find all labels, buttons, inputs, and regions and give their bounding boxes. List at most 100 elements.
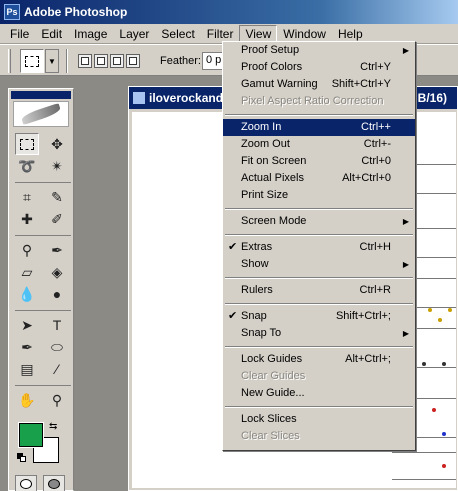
dodge-tool-icon[interactable]: ● bbox=[45, 283, 69, 305]
menu-file[interactable]: File bbox=[4, 25, 35, 43]
menu-item-new-guide[interactable]: New Guide... bbox=[223, 385, 415, 402]
submenu-arrow-icon: ▶ bbox=[402, 46, 409, 55]
menu-item-fit-on-screen[interactable]: Fit on Screen Ctrl+0 bbox=[223, 153, 415, 170]
menu-item-actual-pixels[interactable]: Actual Pixels Alt+Ctrl+0 bbox=[223, 170, 415, 187]
marquee-tool-icon[interactable] bbox=[15, 133, 39, 155]
menu-separator bbox=[223, 230, 415, 239]
quick-mask-mode-button[interactable] bbox=[43, 475, 65, 491]
paint-bucket-tool-icon[interactable]: ◈ bbox=[45, 261, 69, 283]
toolbox-title-bar[interactable] bbox=[11, 91, 71, 99]
menu-edit[interactable]: Edit bbox=[35, 25, 68, 43]
tool-group-divider bbox=[15, 230, 71, 236]
magic-wand-tool-icon[interactable]: ✴ bbox=[45, 155, 69, 177]
menu-layer[interactable]: Layer bbox=[113, 25, 155, 43]
photoshop-app-icon: Ps bbox=[4, 4, 20, 20]
menu-separator bbox=[223, 299, 415, 308]
note-dot bbox=[442, 464, 446, 468]
clone-stamp-tool-icon[interactable]: ⚲ bbox=[15, 239, 39, 261]
menu-item-snap-to[interactable]: Snap To ▶ bbox=[223, 325, 415, 342]
add-to-selection-button[interactable] bbox=[94, 54, 108, 68]
swap-colors-icon[interactable]: ⇆ bbox=[49, 421, 57, 432]
document-mode-info: B/16) bbox=[417, 91, 447, 105]
note-dot bbox=[422, 362, 426, 366]
crop-tool-icon[interactable]: ⌗ bbox=[15, 186, 39, 208]
tool-preset-dropdown[interactable]: ▼ bbox=[45, 49, 59, 73]
intersect-selection-icon bbox=[129, 57, 137, 65]
menu-item-extras[interactable]: ✔ Extras Ctrl+H bbox=[223, 239, 415, 256]
new-selection-button[interactable] bbox=[78, 54, 92, 68]
menu-item-lock-slices[interactable]: Lock Slices bbox=[223, 411, 415, 428]
menu-item-label: Gamut Warning bbox=[241, 78, 318, 90]
menu-view[interactable]: View bbox=[239, 24, 278, 43]
menu-item-label: Clear Guides bbox=[241, 370, 306, 382]
note-dot bbox=[428, 308, 432, 312]
hand-tool-icon[interactable]: ✋ bbox=[15, 389, 39, 411]
menu-item-label: Zoom In bbox=[241, 121, 282, 133]
menu-item-screen-mode[interactable]: Screen Mode ▶ bbox=[223, 213, 415, 230]
checkmark-icon: ✔ bbox=[228, 241, 238, 253]
notes-tool-icon[interactable]: ▤ bbox=[15, 358, 39, 380]
subtract-selection-button[interactable] bbox=[110, 54, 124, 68]
menu-separator bbox=[223, 273, 415, 282]
subtract-selection-icon bbox=[113, 57, 121, 65]
menu-separator bbox=[223, 110, 415, 119]
menu-item-label: Actual Pixels bbox=[241, 172, 304, 184]
menu-item-show[interactable]: Show ▶ bbox=[223, 256, 415, 273]
menu-item-shortcut: Alt+Ctrl+; bbox=[345, 353, 391, 365]
eyedropper-tool-icon[interactable]: ⁄ bbox=[45, 358, 69, 380]
menu-item-label: Snap To bbox=[241, 327, 282, 339]
default-colors-icon[interactable] bbox=[17, 453, 27, 463]
title-bar: Ps Adobe Photoshop bbox=[0, 0, 458, 24]
path-selection-tool-icon[interactable]: ➤ bbox=[15, 314, 39, 336]
menu-help[interactable]: Help bbox=[332, 25, 369, 43]
menu-item-proof-setup[interactable]: Proof Setup ▶ bbox=[223, 42, 415, 59]
menu-item-shortcut: Shift+Ctrl+; bbox=[335, 310, 391, 322]
menu-item-print-size[interactable]: Print Size bbox=[223, 187, 415, 204]
menu-item-label: Pixel Aspect Ratio Correction bbox=[241, 95, 384, 107]
tool-preset-picker[interactable] bbox=[20, 49, 44, 73]
move-tool-icon[interactable]: ✥ bbox=[45, 133, 69, 155]
menu-item-snap[interactable]: ✔ Snap Shift+Ctrl+; bbox=[223, 308, 415, 325]
toolbox: ✥ ➰ ✴ ⌗ ✎ ✚ ✐ ⚲ ✒ ▱ ◈ 💧 ● ➤ T ✒ ⬭ ▤ ⁄ ✋ ⚲ ⇆ bbox=[8, 88, 74, 491]
tool-group-divider bbox=[15, 305, 71, 311]
adobe-online-feather-icon[interactable] bbox=[13, 101, 69, 127]
foreground-color-swatch[interactable] bbox=[18, 422, 44, 448]
menu-select[interactable]: Select bbox=[155, 25, 200, 43]
feather-label: Feather: bbox=[160, 55, 201, 67]
menu-item-lock-guides[interactable]: Lock Guides Alt+Ctrl+; bbox=[223, 351, 415, 368]
intersect-selection-button[interactable] bbox=[126, 54, 140, 68]
zoom-tool-icon[interactable]: ⚲ bbox=[45, 389, 69, 411]
lasso-tool-icon[interactable]: ➰ bbox=[15, 155, 39, 177]
healing-brush-tool-icon[interactable]: ✚ bbox=[15, 208, 39, 230]
submenu-arrow-icon: ▶ bbox=[402, 329, 409, 338]
menu-item-shortcut: Ctrl+Y bbox=[360, 61, 391, 73]
blur-tool-icon[interactable]: 💧 bbox=[15, 283, 39, 305]
menu-item-label: Snap bbox=[241, 310, 267, 322]
menu-window[interactable]: Window bbox=[277, 25, 332, 43]
add-selection-icon bbox=[97, 57, 105, 65]
menu-item-zoom-out[interactable]: Zoom Out Ctrl+- bbox=[223, 136, 415, 153]
options-bar-grip[interactable] bbox=[8, 49, 11, 73]
history-brush-tool-icon[interactable]: ✒ bbox=[45, 239, 69, 261]
menu-item-zoom-in[interactable]: Zoom In Ctrl++ bbox=[223, 119, 415, 136]
submenu-arrow-icon: ▶ bbox=[402, 260, 409, 269]
standard-mode-button[interactable] bbox=[15, 475, 37, 491]
menu-image[interactable]: Image bbox=[68, 25, 113, 43]
note-dot bbox=[442, 432, 446, 436]
type-tool-icon[interactable]: T bbox=[45, 314, 69, 336]
photoshop-window: { "app": { "title": "Adobe Photoshop" },… bbox=[0, 0, 458, 491]
menu-item-label: Fit on Screen bbox=[241, 155, 307, 167]
brush-tool-icon[interactable]: ✐ bbox=[45, 208, 69, 230]
menu-item-gamut-warning[interactable]: Gamut Warning Shift+Ctrl+Y bbox=[223, 76, 415, 93]
note-dot bbox=[442, 362, 446, 366]
menu-item-shortcut: Alt+Ctrl+0 bbox=[342, 172, 391, 184]
menu-item-proof-colors[interactable]: Proof Colors Ctrl+Y bbox=[223, 59, 415, 76]
menu-separator bbox=[223, 402, 415, 411]
pen-tool-icon[interactable]: ✒ bbox=[15, 336, 39, 358]
slice-tool-icon[interactable]: ✎ bbox=[45, 186, 69, 208]
menu-item-rulers[interactable]: Rulers Ctrl+R bbox=[223, 282, 415, 299]
shape-tool-icon[interactable]: ⬭ bbox=[45, 336, 69, 358]
eraser-tool-icon[interactable]: ▱ bbox=[15, 261, 39, 283]
menu-item-label: Extras bbox=[241, 241, 273, 253]
menu-filter[interactable]: Filter bbox=[201, 25, 240, 43]
